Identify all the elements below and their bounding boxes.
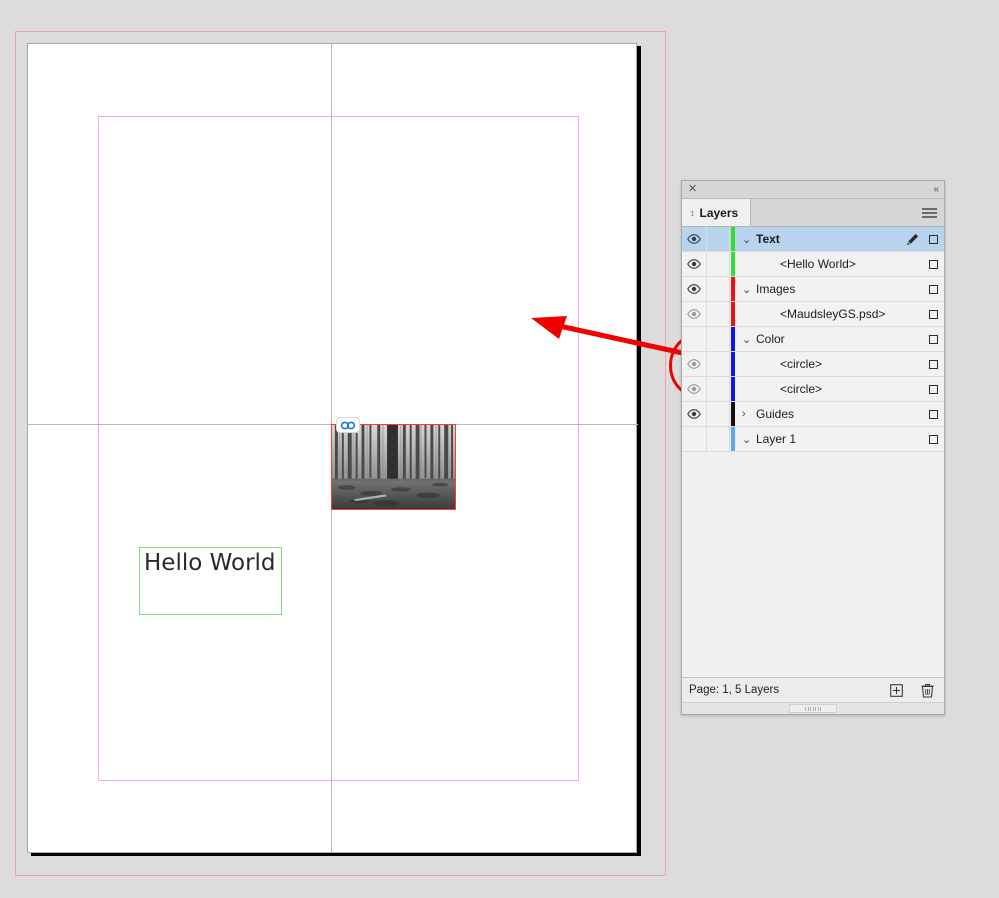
target-square-icon[interactable] (922, 427, 944, 451)
pen-icon[interactable] (902, 402, 922, 426)
visibility-icon[interactable] (682, 427, 707, 451)
layer-name-cell[interactable]: <circle> (736, 377, 902, 401)
lock-toggle[interactable] (707, 302, 730, 326)
layer-row[interactable]: <circle> (682, 377, 944, 402)
tab-layers[interactable]: ↕ Layers (682, 199, 752, 226)
target-square-icon[interactable] (922, 302, 944, 326)
placed-image-frame[interactable] (331, 424, 456, 510)
layer-name-cell[interactable]: <MaudsleyGS.psd> (736, 302, 902, 326)
lock-toggle[interactable] (707, 377, 730, 401)
layer-row[interactable]: <Hello World> (682, 252, 944, 277)
layer-name-label: <MaudsleyGS.psd> (780, 307, 886, 321)
layer-name-cell[interactable]: <circle> (736, 352, 902, 376)
visibility-icon[interactable] (682, 377, 707, 401)
chevron-icon[interactable]: ⌄ (742, 233, 751, 246)
target-square-icon[interactable] (922, 352, 944, 376)
layers-panel[interactable]: ✕ « ↕ Layers ⌄ Text <Hello World> ⌄ Images <M… (681, 180, 945, 715)
layer-status-text: Page: 1, 5 Layers (689, 684, 780, 696)
lock-toggle[interactable] (707, 327, 730, 351)
lock-toggle[interactable] (707, 252, 730, 276)
layer-name-cell[interactable]: ⌄ Color (736, 327, 902, 351)
layer-name-cell[interactable]: ⌄ Images (736, 277, 902, 301)
layer-name-label: Color (756, 332, 785, 346)
forest-photo (332, 425, 455, 509)
pen-icon[interactable] (902, 227, 922, 251)
visibility-icon[interactable] (682, 227, 707, 251)
target-square-icon[interactable] (922, 277, 944, 301)
target-square-icon[interactable] (922, 327, 944, 351)
trash-icon[interactable] (921, 683, 934, 698)
visibility-icon[interactable] (682, 302, 707, 326)
chevron-icon[interactable]: ⌄ (742, 333, 751, 346)
target-square-icon[interactable] (922, 377, 944, 401)
tab-layers-label: Layers (699, 205, 739, 220)
layer-name-cell[interactable]: ⌄ Layer 1 (736, 427, 902, 451)
panel-titlebar: ✕ « (682, 181, 944, 199)
layer-name-cell[interactable]: ⌄ Text (736, 227, 902, 251)
plus-square-icon[interactable] (890, 683, 903, 697)
layer-name-cell[interactable]: <Hello World> (736, 252, 902, 276)
layer-row[interactable]: ⌄ Text (682, 227, 944, 252)
layer-row[interactable]: › Guides (682, 402, 944, 427)
layer-row[interactable]: ⌄ Images (682, 277, 944, 302)
layer-name-cell[interactable]: › Guides (736, 402, 902, 426)
lock-toggle[interactable] (707, 427, 730, 451)
layer-row[interactable]: ⌄ Layer 1 (682, 427, 944, 452)
visibility-icon[interactable] (682, 277, 707, 301)
lock-toggle[interactable] (707, 402, 730, 426)
lock-toggle[interactable] (707, 227, 730, 251)
pen-icon[interactable] (902, 327, 922, 351)
pen-icon[interactable] (902, 377, 922, 401)
panel-tabbar[interactable]: ↕ Layers (682, 199, 944, 227)
layer-name-label: <circle> (780, 357, 823, 371)
layer-row[interactable]: <circle> (682, 352, 944, 377)
scrollbar-grip[interactable] (789, 704, 837, 713)
chevron-icon[interactable]: ⌄ (742, 283, 751, 296)
layer-name-label: Layer 1 (756, 432, 797, 446)
layer-name-label: Images (756, 282, 796, 296)
visibility-icon[interactable] (682, 352, 707, 376)
target-square-icon[interactable] (922, 252, 944, 276)
close-icon[interactable]: ✕ (688, 184, 697, 195)
pen-icon[interactable] (902, 252, 922, 276)
pen-icon[interactable] (902, 352, 922, 376)
visibility-icon[interactable] (682, 402, 707, 426)
target-square-icon[interactable] (922, 227, 944, 251)
layer-row[interactable]: <MaudsleyGS.psd> (682, 302, 944, 327)
grip-icon: ↕ (690, 207, 695, 218)
layer-name-label: <Hello World> (780, 257, 856, 271)
layer-name-label: Text (756, 232, 780, 246)
collapse-panel-icon[interactable]: « (933, 184, 938, 195)
hamburger-icon[interactable] (922, 206, 937, 220)
visibility-icon[interactable] (682, 252, 707, 276)
visibility-icon[interactable] (682, 327, 707, 351)
layer-name-label: Guides (756, 407, 795, 421)
layer-name-label: <circle> (780, 382, 823, 396)
pen-icon[interactable] (902, 427, 922, 451)
pen-icon[interactable] (902, 302, 922, 326)
lock-toggle[interactable] (707, 352, 730, 376)
pen-icon[interactable] (902, 277, 922, 301)
target-square-icon[interactable] (922, 402, 944, 426)
link-icon[interactable] (336, 417, 360, 433)
layer-row[interactable]: ⌄ Color (682, 327, 944, 352)
chevron-icon[interactable]: › (742, 408, 751, 420)
text-frame-content: Hello World (144, 550, 276, 576)
text-frame[interactable]: Hello World (139, 547, 282, 615)
lock-toggle[interactable] (707, 277, 730, 301)
horizontal-scrollbar[interactable] (682, 702, 944, 714)
chevron-icon[interactable]: ⌄ (742, 433, 751, 446)
panel-footer: Page: 1, 5 Layers (682, 677, 944, 702)
layers-list[interactable]: ⌄ Text <Hello World> ⌄ Images <MaudsleyGS.psd… (682, 227, 944, 677)
